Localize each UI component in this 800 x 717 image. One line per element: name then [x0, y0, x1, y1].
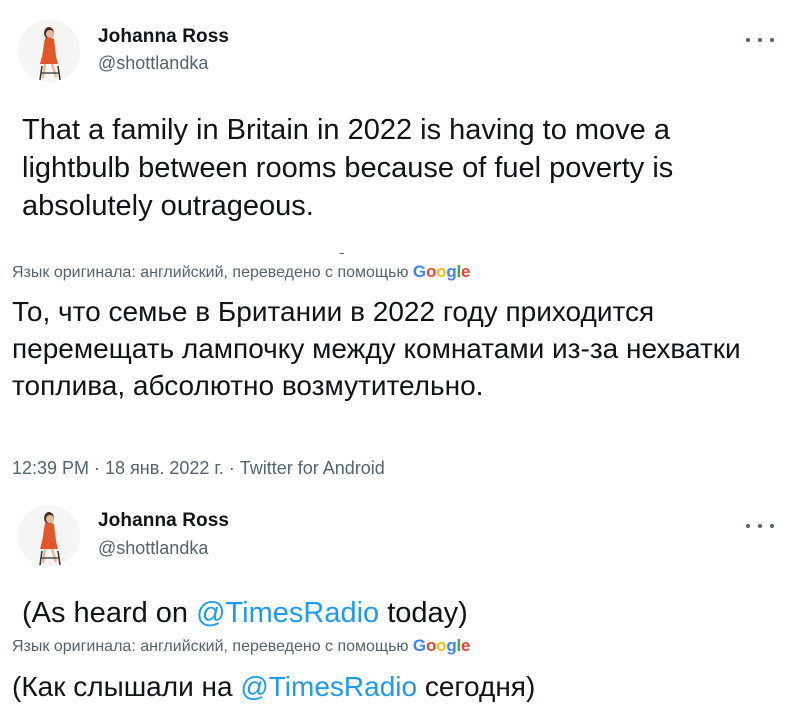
- author-name[interactable]: Johanna Ross: [98, 510, 229, 532]
- translated-text-before: (Как слышали на: [12, 671, 241, 702]
- tweet-timestamp[interactable]: 12:39 PM · 18 янв. 2022 г. · Twitter for…: [12, 458, 385, 479]
- translation-note[interactable]: Язык оригинала: английский, переведено с…: [12, 636, 471, 656]
- translation-note-text: Язык оригинала: английский, переведено с…: [12, 638, 409, 655]
- google-logo: Google: [412, 636, 471, 655]
- more-dot: [770, 38, 774, 42]
- mention-link[interactable]: @TimesRadio: [196, 597, 379, 629]
- tweet-text-after: today): [379, 597, 468, 629]
- divider-mark: [340, 253, 344, 254]
- tweet-main: Johanna Ross @shottlandka That a family …: [0, 0, 800, 490]
- more-options-button[interactable]: [746, 519, 774, 533]
- more-options-button[interactable]: [746, 33, 774, 47]
- translation-note[interactable]: Язык оригинала: английский, переведено с…: [12, 262, 471, 282]
- translated-text-after: сегодня): [417, 671, 536, 702]
- more-dot: [746, 524, 750, 528]
- tweet-text: That a family in Britain in 2022 is havi…: [22, 114, 674, 222]
- tweet-reply: Johanna Ross @shottlandka (As heard on @…: [0, 490, 800, 717]
- tweet-text-before: (As heard on: [22, 597, 197, 629]
- more-dot: [770, 524, 774, 528]
- author-name[interactable]: Johanna Ross: [98, 26, 229, 48]
- avatar-woman-icon: [18, 20, 80, 82]
- author-handle[interactable]: @shottlandka: [98, 538, 208, 559]
- translation-note-text: Язык оригинала: английский, переведено с…: [12, 264, 409, 281]
- avatar-woman-icon: [18, 505, 80, 567]
- avatar[interactable]: [18, 505, 80, 567]
- more-dot: [758, 524, 762, 528]
- author-handle[interactable]: @shottlandka: [98, 53, 208, 74]
- tweet-text: (As heard on @TimesRadio today): [22, 594, 760, 632]
- google-logo: Google: [412, 262, 471, 281]
- avatar[interactable]: [18, 20, 80, 82]
- more-dot: [758, 38, 762, 42]
- mention-link[interactable]: @TimesRadio: [240, 671, 417, 702]
- more-dot: [746, 38, 750, 42]
- translated-text: (Как слышали на @TimesRadio сегодня): [12, 668, 760, 705]
- translated-text: То, что семье в Британии в 2022 году при…: [12, 296, 741, 401]
